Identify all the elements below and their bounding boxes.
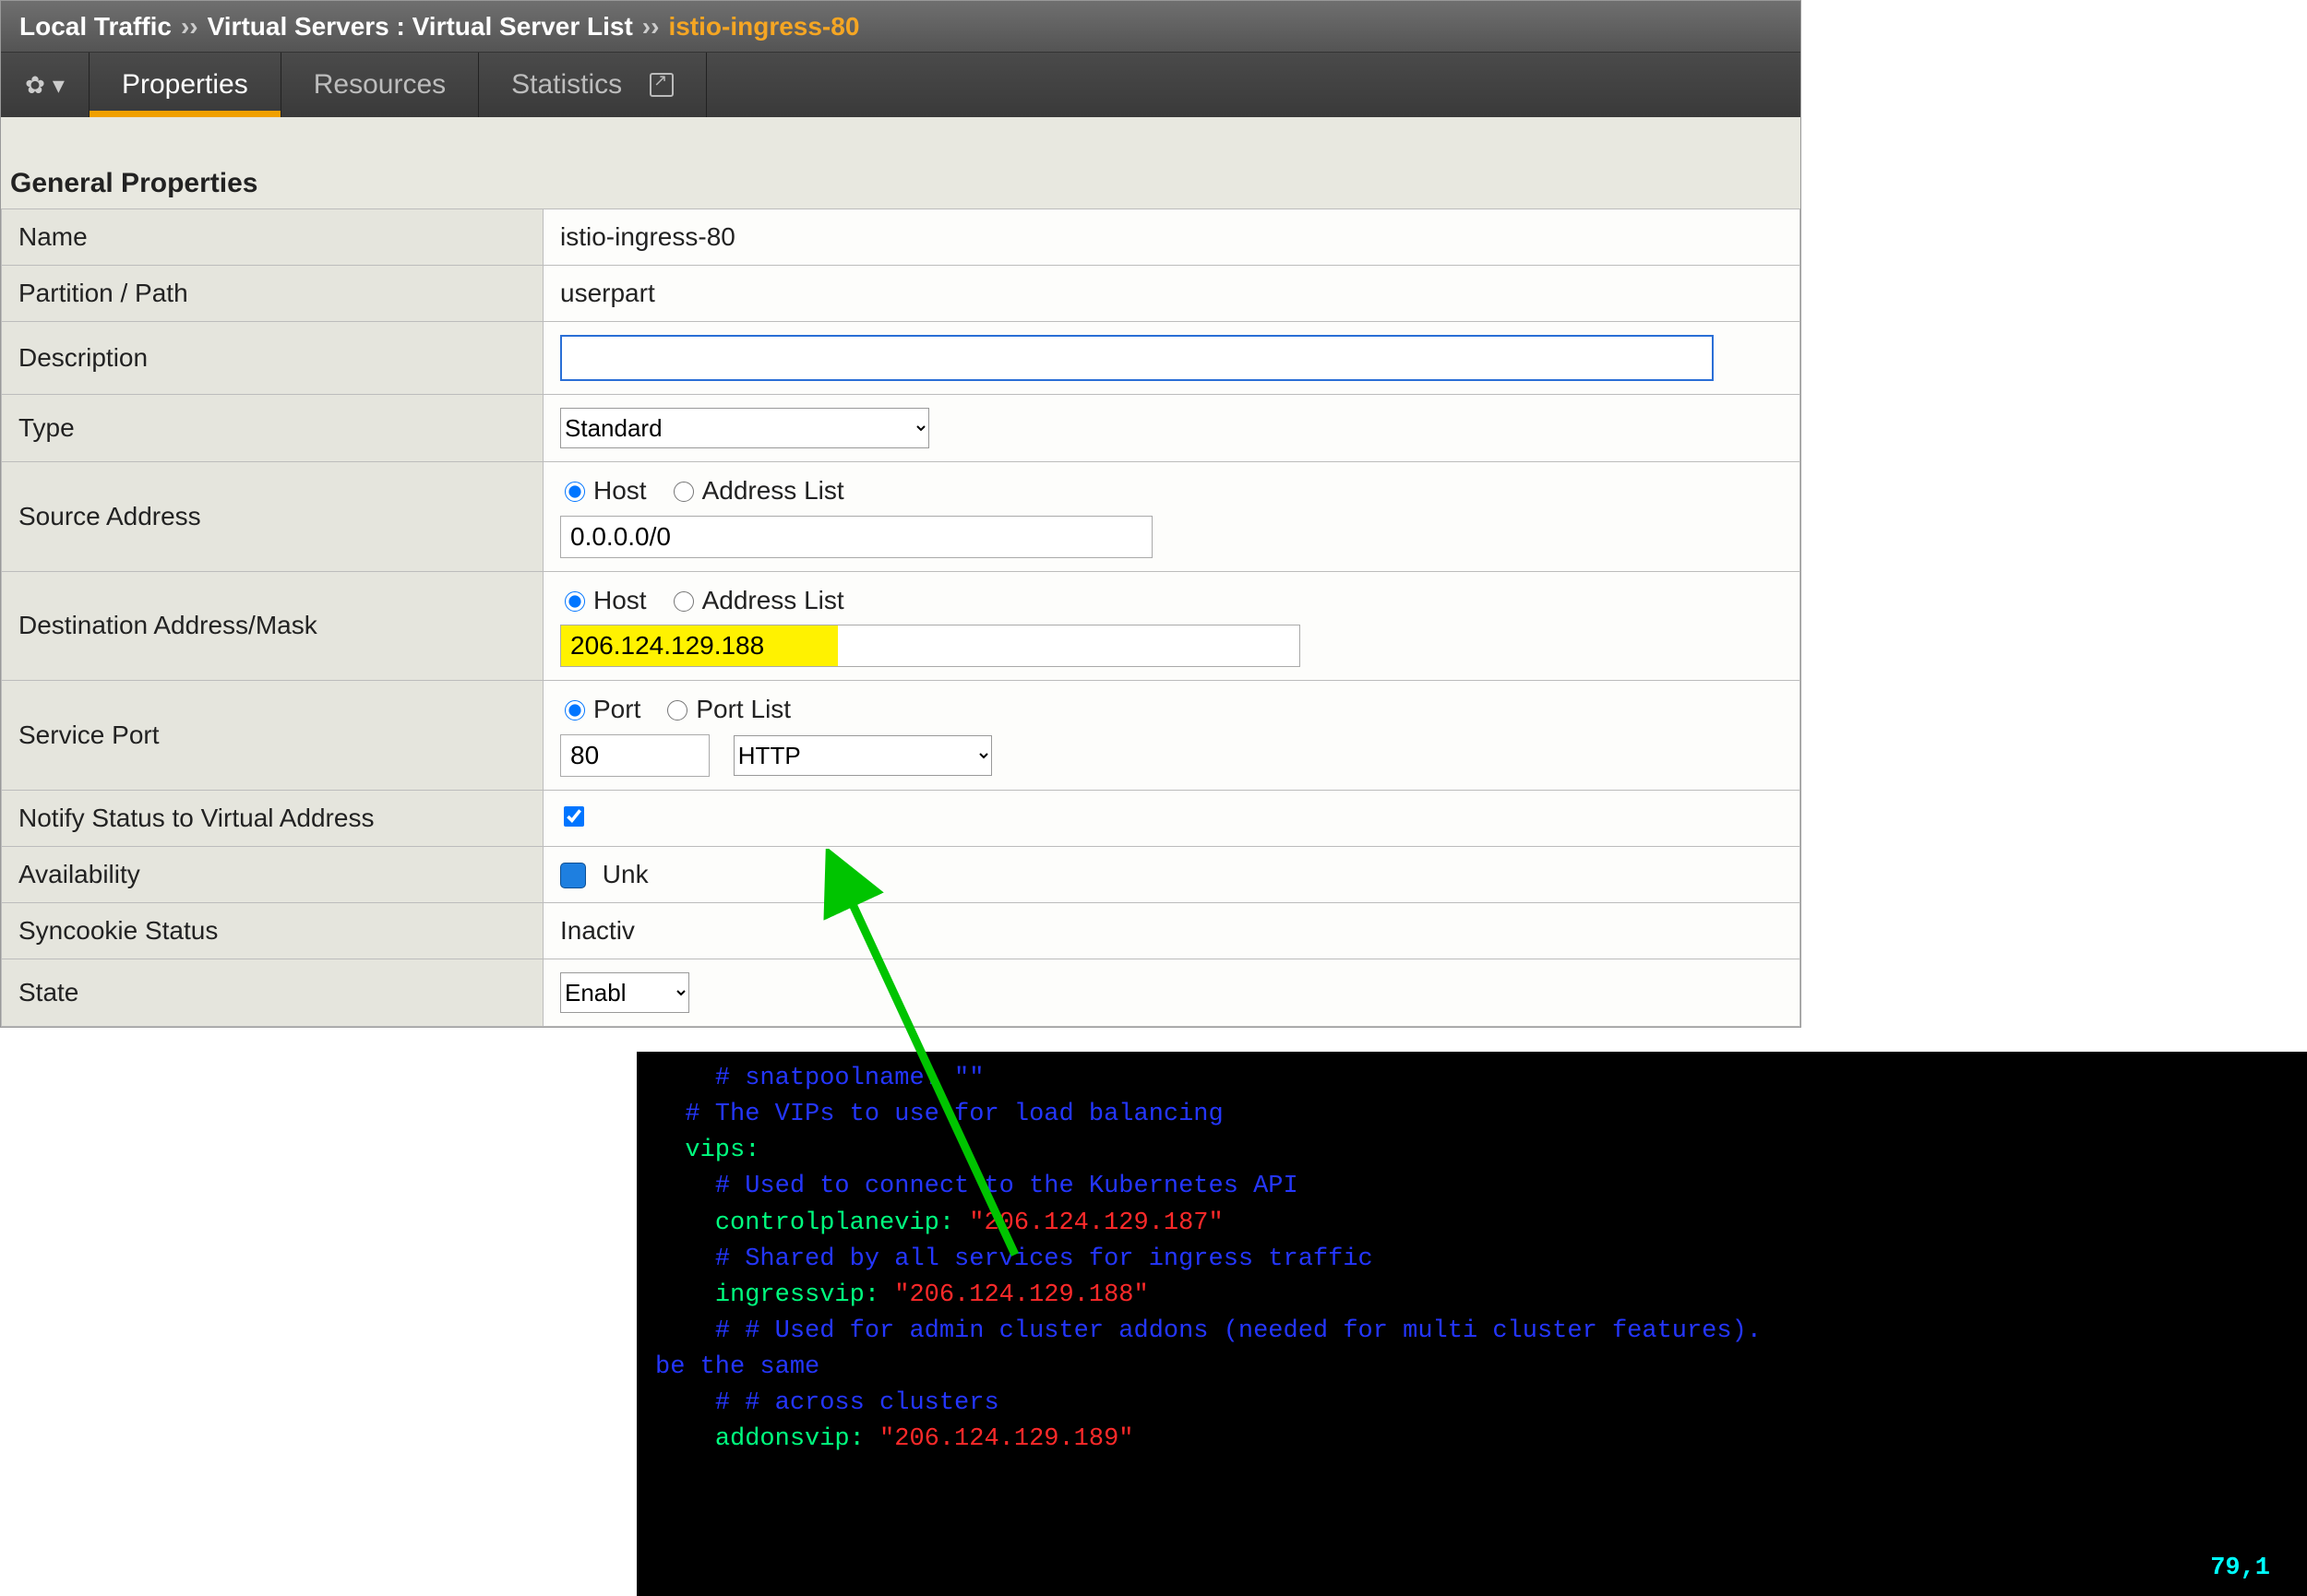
gear-menu[interactable]: ✿ ▾ [1,53,90,117]
popout-icon[interactable] [650,73,674,97]
term-l7-key: ingressvip [715,1281,865,1309]
term-cursor-pos: 79,1 [2210,1551,2270,1587]
term-l8b: be the same [655,1353,819,1381]
notify-status-checkbox[interactable] [564,806,584,827]
term-l1: # snatpoolname: "" [715,1065,985,1092]
tab-bar: ✿ ▾ Properties Resources Statistics [1,53,1800,117]
label-destination: Destination Address/Mask [2,571,544,681]
value-name: istio-ingress-80 [544,209,1800,266]
row-service-port: Service Port Port Port List [2,681,1800,791]
terminal-overlay: # snatpoolname: "" # The VIPs to use for… [637,1052,2307,1596]
label-service-port: Service Port [2,681,544,791]
dst-radio-addrlist-label: Address List [702,585,844,616]
term-l10-key: addonsvip [715,1425,850,1453]
dst-radio-host[interactable]: Host [560,585,647,616]
label-notify: Notify Status to Virtual Address [2,790,544,846]
row-source-address: Source Address Host Address List [2,462,1800,572]
svc-radio-port[interactable]: Port [560,694,640,725]
label-description: Description [2,322,544,395]
svc-radio-portlist-input[interactable] [667,700,687,721]
label-state: State [2,959,544,1026]
crumb-sep-1: ›› [181,12,198,42]
chevron-down-icon: ▾ [53,71,65,100]
svc-radio-port-label: Port [593,694,640,725]
svc-radio-portlist-label: Port List [696,694,791,725]
row-notify-status: Notify Status to Virtual Address [2,790,1800,846]
term-l6: # Shared by all services for ingress tra… [715,1245,1373,1273]
service-port-input[interactable] [560,734,710,777]
tab-properties-label: Properties [122,69,248,101]
breadcrumb: Local Traffic ›› Virtual Servers : Virtu… [1,1,1800,53]
destination-address-input[interactable] [560,625,1300,667]
description-input[interactable] [560,335,1714,381]
src-radio-host-label: Host [593,475,647,506]
label-type: Type [2,395,544,462]
src-radio-addrlist[interactable]: Address List [669,475,844,506]
row-name: Name istio-ingress-80 [2,209,1800,266]
term-l10-val: "206.124.129.189" [879,1425,1133,1453]
dst-radio-host-label: Host [593,585,647,616]
value-partition: userpart [544,266,1800,322]
crumb-leaf: istio-ingress-80 [668,12,859,42]
type-select[interactable]: Standard [560,408,929,448]
service-port-proto[interactable]: HTTP [734,735,992,776]
label-availability: Availability [2,846,544,902]
availability-value: Unk [603,860,649,888]
status-icon [560,863,586,888]
row-type: Type Standard [2,395,1800,462]
row-availability: Availability Unk [2,846,1800,902]
src-radio-host-input[interactable] [565,482,585,502]
svc-radio-port-input[interactable] [565,700,585,721]
src-radio-host[interactable]: Host [560,475,647,506]
gear-icon: ✿ [25,71,45,100]
label-name: Name [2,209,544,266]
term-l8a: # # Used for admin cluster addons (neede… [715,1317,1762,1345]
content-area: General Properties Name istio-ingress-80… [1,117,1800,1027]
tab-properties[interactable]: Properties [90,53,281,117]
label-partition: Partition / Path [2,266,544,322]
tab-resources-label: Resources [314,69,446,101]
row-syncookie: Syncookie Status Inactiv [2,902,1800,959]
crumb-sep-2: ›› [642,12,660,42]
term-l4: # Used to connect to the Kubernetes API [715,1173,1298,1200]
section-title: General Properties [1,168,1800,208]
label-syncookie: Syncookie Status [2,902,544,959]
src-radio-addrlist-label: Address List [702,475,844,506]
svc-radio-portlist[interactable]: Port List [663,694,791,725]
row-state: State Enabl [2,959,1800,1026]
dst-radio-host-input[interactable] [565,591,585,612]
src-radio-addrlist-input[interactable] [674,482,694,502]
dst-radio-addrlist[interactable]: Address List [669,585,844,616]
term-l3-key: vips [685,1137,745,1164]
term-l9: # # across clusters [715,1389,999,1417]
tab-statistics-label: Statistics [511,69,622,101]
properties-table: Name istio-ingress-80 Partition / Path u… [1,208,1800,1027]
vs-config-panel: Local Traffic ›› Virtual Servers : Virtu… [0,0,1801,1028]
value-syncookie: Inactiv [544,902,1800,959]
term-l2: # The VIPs to use for load balancing [685,1101,1223,1128]
tab-statistics[interactable]: Statistics [479,53,707,117]
row-destination-address: Destination Address/Mask Host Address Li… [2,571,1800,681]
label-source-address: Source Address [2,462,544,572]
term-l5-val: "206.124.129.187" [969,1209,1223,1237]
crumb-mid[interactable]: Virtual Servers : Virtual Server List [208,12,633,42]
row-partition: Partition / Path userpart [2,266,1800,322]
term-l5-key: controlplanevip [715,1209,939,1237]
row-description: Description [2,322,1800,395]
state-select[interactable]: Enabl [560,972,689,1013]
tab-resources[interactable]: Resources [281,53,479,117]
dst-radio-addrlist-input[interactable] [674,591,694,612]
term-l7-val: "206.124.129.188" [894,1281,1148,1309]
crumb-root[interactable]: Local Traffic [19,12,172,42]
source-address-input[interactable] [560,516,1153,558]
